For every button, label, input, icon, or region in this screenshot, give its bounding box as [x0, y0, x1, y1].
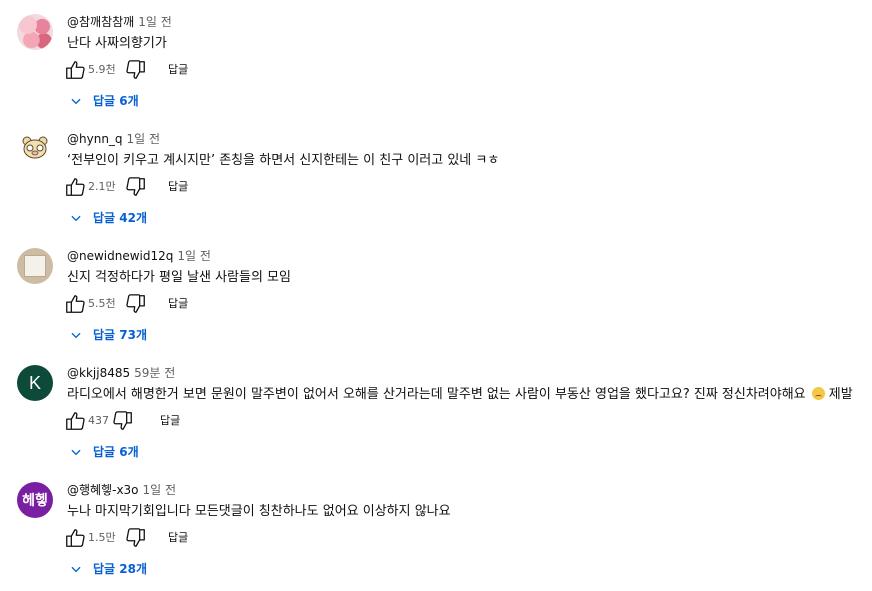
- replies-count: 답글 6개: [93, 445, 139, 459]
- thumbs-down-icon: [126, 294, 145, 313]
- comment-text-main: 라디오에서 해명한거 보면 문원이 말주변이 없어서 오해를 산거라는데 말주변…: [67, 387, 806, 402]
- view-replies-button[interactable]: 답글 73개: [69, 326, 147, 344]
- thumbs-down-icon: [113, 411, 132, 430]
- like-count: 437: [88, 414, 109, 427]
- like-count: 2.1만: [88, 180, 116, 193]
- reply-button[interactable]: 답글: [160, 413, 180, 429]
- reply-button[interactable]: 답글: [168, 62, 188, 78]
- chevron-down-icon: [71, 449, 81, 456]
- like-count: 5.9천: [88, 63, 116, 76]
- replies-count: 답글 6개: [93, 94, 139, 108]
- thumbs-up-icon: [66, 529, 85, 547]
- comment-thread: @참깨참참깨 1일 전 난다 사짜의향기가 5.9천 답글 답글 6개: [0, 0, 872, 117]
- author-name[interactable]: @참깨참참깨: [67, 15, 134, 29]
- replies-count: 답글 28개: [93, 562, 147, 576]
- comment-time[interactable]: 59분 전: [134, 366, 175, 380]
- comment-text: 누나 마지막기회입니다 모든댓글이 칭찬하나도 없어요 이상하지 않나요: [67, 504, 451, 519]
- avatar[interactable]: [17, 14, 53, 50]
- comment-time[interactable]: 1일 전: [143, 483, 177, 497]
- comment-time[interactable]: 1일 전: [177, 249, 211, 263]
- comment-time[interactable]: 1일 전: [138, 15, 172, 29]
- dislike-button[interactable]: [125, 176, 147, 198]
- comment-text-tail: 제발: [828, 387, 853, 402]
- comment-header: @hynn_q 1일 전: [67, 131, 160, 147]
- comment-header: @kkjj8485 59분 전: [67, 365, 175, 381]
- comment-text: 난다 사짜의향기가: [67, 36, 167, 51]
- reply-button[interactable]: 답글: [168, 296, 188, 312]
- avatar[interactable]: 헤헿: [17, 482, 53, 518]
- chevron-down-icon: [71, 566, 81, 573]
- dislike-button[interactable]: [125, 293, 147, 315]
- thumbs-up-icon: [66, 178, 85, 196]
- like-button[interactable]: [64, 527, 86, 549]
- view-replies-button[interactable]: 답글 6개: [69, 443, 139, 461]
- sad-face-emoji-icon: [811, 387, 825, 400]
- comment-thread: K @kkjj8485 59분 전 라디오에서 해명한거 보면 문원이 말주변이 …: [0, 351, 872, 468]
- comment-header: @행혜헿-x3o 1일 전: [67, 482, 176, 498]
- view-replies-button[interactable]: 답글 6개: [69, 92, 139, 110]
- author-name[interactable]: @newidnewid12q: [67, 249, 173, 263]
- comments-section: @참깨참참깨 1일 전 난다 사짜의향기가 5.9천 답글 답글 6개 @hyn…: [0, 0, 872, 591]
- author-name[interactable]: @kkjj8485: [67, 366, 130, 380]
- like-button[interactable]: [64, 59, 86, 81]
- thumbs-down-icon: [126, 177, 145, 196]
- chevron-down-icon: [71, 98, 81, 105]
- reply-button[interactable]: 답글: [168, 530, 188, 546]
- comment-toolbar: 5.9천 답글: [64, 59, 364, 81]
- avatar[interactable]: [17, 131, 53, 167]
- like-button[interactable]: [64, 410, 86, 432]
- dislike-button[interactable]: [125, 527, 147, 549]
- comment-thread: @hynn_q 1일 전 ‘전부인이 키우고 계시지만’ 존칭을 하면서 신지한테…: [0, 117, 872, 234]
- comment-time[interactable]: 1일 전: [127, 132, 161, 146]
- comment-thread: @newidnewid12q 1일 전 신지 걱정하다가 평일 날샌 사람들의 모…: [0, 234, 872, 351]
- comment-header: @newidnewid12q 1일 전: [67, 248, 211, 264]
- comment-toolbar: 5.5천 답글: [64, 293, 364, 315]
- thumbs-up-icon: [66, 61, 85, 79]
- note-icon: [24, 255, 46, 277]
- reply-button[interactable]: 답글: [168, 179, 188, 195]
- dislike-button[interactable]: [125, 59, 147, 81]
- comment-text: 라디오에서 해명한거 보면 문원이 말주변이 없어서 오해를 산거라는데 말주변…: [67, 386, 853, 404]
- like-count: 5.5천: [88, 297, 116, 310]
- chevron-down-icon: [71, 332, 81, 339]
- avatar[interactable]: K: [17, 365, 53, 401]
- author-name[interactable]: @hynn_q: [67, 132, 123, 146]
- thumbs-up-icon: [66, 412, 85, 430]
- dislike-button[interactable]: [112, 410, 134, 432]
- like-count: 1.5만: [88, 531, 116, 544]
- comment-text: 신지 걱정하다가 평일 날샌 사람들의 모임: [67, 270, 291, 285]
- replies-count: 답글 73개: [93, 328, 147, 342]
- like-button[interactable]: [64, 176, 86, 198]
- comment-toolbar: 437 답글: [64, 410, 364, 432]
- view-replies-button[interactable]: 답글 42개: [69, 209, 147, 227]
- view-replies-button[interactable]: 답글 28개: [69, 560, 147, 578]
- avatar[interactable]: [17, 248, 53, 284]
- chevron-down-icon: [71, 215, 81, 222]
- replies-count: 답글 42개: [93, 211, 147, 225]
- thumbs-down-icon: [126, 528, 145, 547]
- comment-text: ‘전부인이 키우고 계시지만’ 존칭을 하면서 신지한테는 이 친구 이러고 있…: [67, 153, 500, 168]
- thumbs-up-icon: [66, 295, 85, 313]
- bear-icon: [22, 136, 48, 159]
- comment-toolbar: 2.1만 답글: [64, 176, 364, 198]
- like-button[interactable]: [64, 293, 86, 315]
- comment-toolbar: 1.5만 답글: [64, 527, 364, 549]
- author-name[interactable]: @행혜헿-x3o: [67, 483, 139, 497]
- comment-thread: 헤헿 @행혜헿-x3o 1일 전 누나 마지막기회입니다 모든댓글이 칭찬하나도 …: [0, 468, 872, 585]
- thumbs-down-icon: [126, 60, 145, 79]
- comment-header: @참깨참참깨 1일 전: [67, 14, 172, 30]
